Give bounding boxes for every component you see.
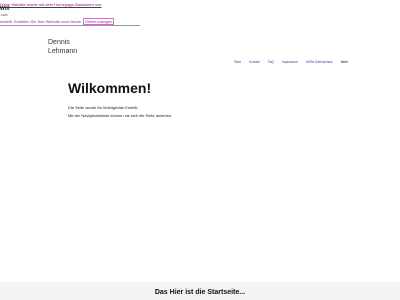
startpage-heading: Das Hier ist die Startseite... [154, 289, 246, 296]
nav-item-faq[interactable]: FaQ [264, 60, 278, 64]
wix-banner-subtext: erstellt. Erstellen Sie Ihre Website noc… [0, 19, 82, 24]
wix-start-button[interactable]: Gleich loslegen [82, 18, 115, 25]
site-title[interactable]: Dennis Lehmann [48, 38, 77, 56]
nav-item-agbs-datenschutz[interactable]: AGBs Datenschutz [302, 60, 337, 64]
nav-item-kontakt[interactable]: Kontakt [245, 60, 264, 64]
main-navigation: Start Kontakt FaQ Impressum AGBs Datensc… [234, 60, 352, 64]
site-title-last-name: Lehmann [48, 48, 78, 55]
wix-banner-divider [0, 25, 140, 26]
intro-text-line-1: Die Seite wurde für Mobilgeräte Erstellt… [68, 105, 139, 110]
wix-banner-text[interactable]: Diese Website wurde mit dem Homepage-Bau… [0, 2, 102, 7]
nav-item-mehr[interactable]: Mehr [337, 60, 352, 64]
wix-banner-cta-row: erstellt. Erstellen Sie Ihre Website noc… [0, 18, 115, 25]
intro-text-line-2: Mit der Navigtionsleiste können sie sich… [68, 113, 173, 118]
nav-item-start[interactable]: Start [230, 60, 245, 64]
wix-banner: Diese Website wurde mit dem Homepage-Bau… [0, 0, 140, 27]
wix-logo-domain: .com [0, 13, 8, 17]
wix-logo[interactable]: WiX [0, 7, 9, 12]
page-heading: Wilkommen! [68, 80, 152, 96]
nav-item-impressum[interactable]: Impressum [278, 60, 302, 64]
site-title-first-name: Dennis [48, 39, 70, 46]
